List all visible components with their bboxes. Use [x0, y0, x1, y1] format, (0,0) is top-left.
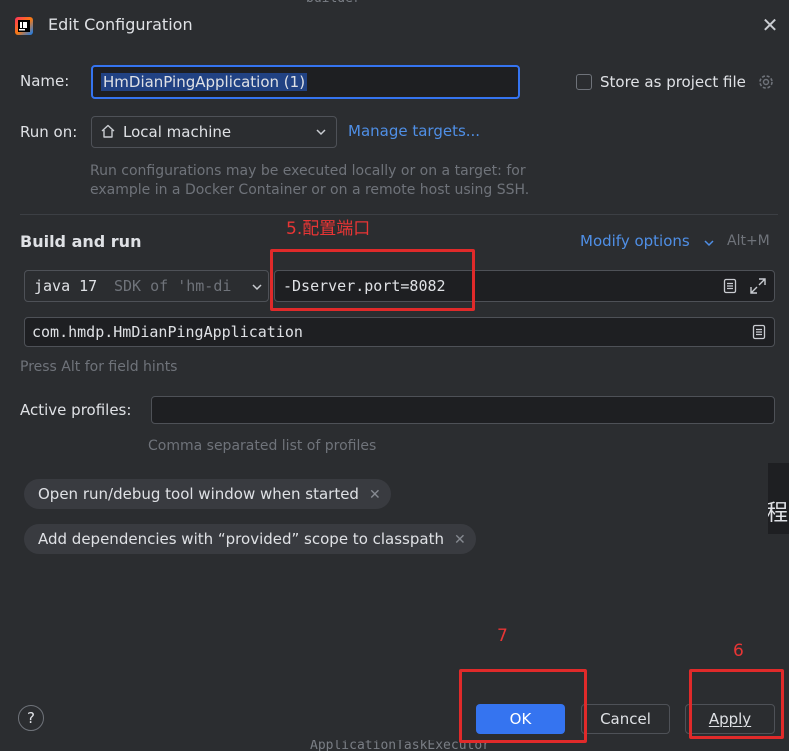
- close-icon[interactable]: ✕: [759, 14, 781, 36]
- jdk-sdk-name: SDK of 'hm-di: [114, 277, 232, 295]
- name-label: Name:: [20, 72, 70, 90]
- store-as-project-file-label[interactable]: Store as project file: [600, 73, 746, 91]
- run-on-label: Run on:: [20, 123, 78, 141]
- annotation-box-apply: [689, 669, 784, 739]
- section-divider: [20, 214, 778, 215]
- main-class-value: com.hmdp.HmDianPingApplication: [32, 323, 303, 341]
- jdk-dropdown[interactable]: java 17 SDK of 'hm-di: [24, 270, 269, 302]
- run-on-hint-line-2: example in a Docker Container or on a re…: [90, 182, 530, 198]
- title-bar: builder Edit Configuration ✕: [0, 0, 789, 52]
- active-profiles-label: Active profiles:: [20, 401, 132, 419]
- run-on-dropdown[interactable]: Local machine: [91, 116, 337, 148]
- active-profiles-field[interactable]: [151, 396, 775, 424]
- manage-targets-link[interactable]: Manage targets...: [348, 122, 480, 140]
- intellij-logo-icon: [14, 16, 34, 36]
- modify-options-shortcut: Alt+M: [727, 233, 770, 249]
- annotation-port-note: 5.配置端口: [286, 219, 371, 239]
- settings-gear-icon[interactable]: [757, 73, 775, 91]
- remove-chip-icon[interactable]: ✕: [369, 487, 381, 503]
- jdk-chevron-down-icon: [250, 280, 264, 294]
- cancel-button-label: Cancel: [600, 710, 651, 728]
- main-class-field[interactable]: com.hmdp.HmDianPingApplication: [24, 317, 775, 347]
- document-icon[interactable]: [722, 278, 738, 294]
- option-chip-label: Open run/debug tool window when started: [38, 485, 359, 503]
- run-on-hint-line-1: Run configurations may be executed local…: [90, 163, 526, 179]
- home-icon: [100, 123, 116, 139]
- modify-options-link[interactable]: Modify options: [580, 232, 690, 250]
- remove-chip-icon[interactable]: ✕: [454, 532, 466, 548]
- background-side-peek: 程: [768, 463, 789, 534]
- name-field-value: HmDianPingApplication (1): [101, 73, 308, 91]
- jdk-java-version: java 17: [34, 277, 98, 295]
- annotation-box-port: [270, 249, 475, 311]
- cancel-button[interactable]: Cancel: [581, 704, 670, 734]
- modify-options-chevron-icon[interactable]: [703, 235, 715, 247]
- option-chip-label: Add dependencies with “provided” scope t…: [38, 530, 444, 548]
- annotation-apply-step: 6: [733, 641, 744, 661]
- main-class-document-icon[interactable]: [751, 324, 767, 340]
- active-profiles-hint: Comma separated list of profiles: [148, 438, 377, 454]
- window-title: Edit Configuration: [48, 15, 193, 34]
- help-button[interactable]: ?: [18, 705, 44, 731]
- option-chip-open-tool-window[interactable]: Open run/debug tool window when started ✕: [24, 479, 391, 509]
- build-and-run-heading: Build and run: [20, 232, 142, 251]
- field-hint: Press Alt for field hints: [20, 359, 178, 375]
- run-on-value: Local machine: [123, 123, 232, 141]
- help-icon: ?: [27, 709, 35, 727]
- expand-icon[interactable]: [749, 277, 767, 295]
- store-as-project-file-checkbox[interactable]: [576, 74, 592, 90]
- annotation-box-ok: [459, 669, 587, 743]
- name-field[interactable]: HmDianPingApplication (1): [91, 65, 520, 99]
- annotation-ok-step: 7: [497, 626, 508, 646]
- background-code-text: builder: [306, 0, 361, 6]
- background-top-peek: builder: [306, 0, 426, 6]
- background-side-glyph: 程: [768, 501, 789, 526]
- option-chip-provided-scope[interactable]: Add dependencies with “provided” scope t…: [24, 524, 476, 554]
- chevron-down-icon: [314, 125, 328, 139]
